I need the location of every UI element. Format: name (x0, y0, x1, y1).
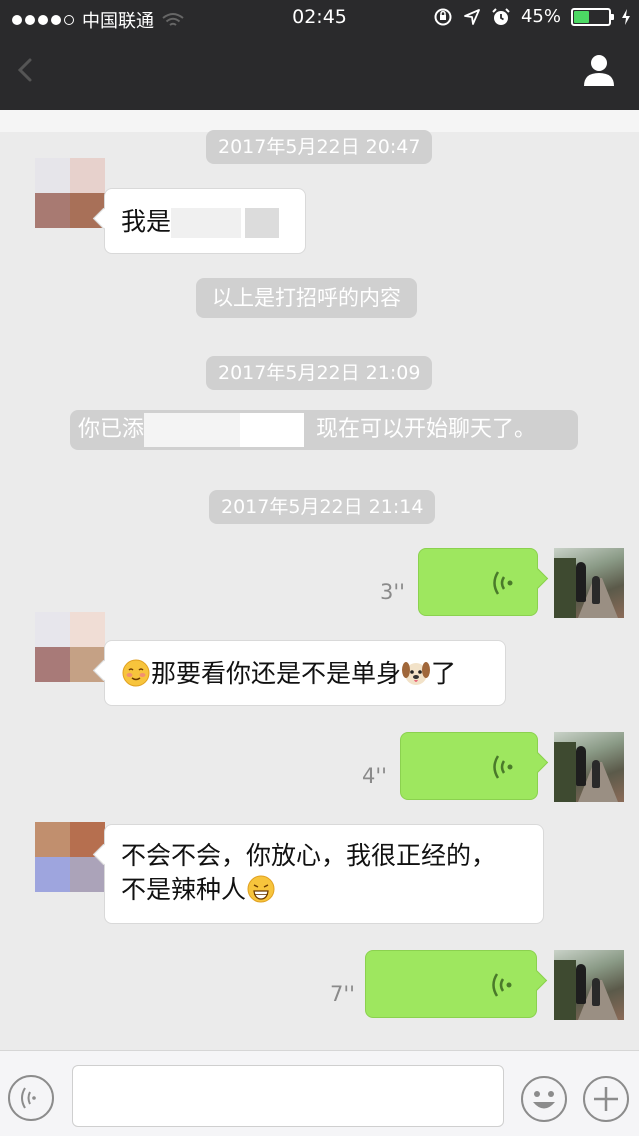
system-note-added: 你已添 现在可以开始聊天了。 (70, 410, 578, 450)
alarm-icon (492, 7, 510, 25)
charging-bolt-icon (622, 8, 630, 25)
sent-voice-message[interactable] (418, 548, 538, 616)
person-icon[interactable] (581, 52, 617, 88)
message-input[interactable] (72, 1065, 504, 1127)
timestamp: 2017年5月22日 20:47 (206, 130, 433, 164)
input-bar (0, 1050, 639, 1136)
nav-bar (0, 36, 639, 110)
top-bar: 中国联通 02:45 45% (0, 0, 639, 110)
rotation-lock-icon (434, 8, 452, 25)
sent-voice-message[interactable] (365, 950, 537, 1018)
redacted-name (171, 208, 242, 238)
voice-toggle-glyph-icon (21, 1087, 36, 1109)
redacted-name (240, 413, 305, 447)
voice-wave-icon (492, 973, 512, 997)
timestamp: 2017年5月22日 21:14 (209, 490, 436, 524)
my-avatar[interactable] (554, 732, 624, 802)
grin-sweat-emoji-icon (247, 875, 275, 903)
redacted-name (245, 208, 280, 238)
voice-duration: 7'' (330, 982, 355, 1006)
message-text-line: 不是辣种人 (121, 875, 247, 904)
voice-wave-icon (493, 755, 513, 779)
emoji-icon[interactable] (520, 1075, 568, 1123)
message-text: 我是 (121, 207, 172, 236)
received-message[interactable]: 不会不会，你放心，我很正经的， 不是辣种人 (104, 824, 544, 924)
voice-toggle-icon[interactable] (8, 1075, 54, 1121)
chat-area[interactable]: 2017年5月22日 20:47 我是 以上是打招呼的内容 2017年5月22日… (0, 110, 639, 1050)
my-avatar[interactable] (554, 950, 624, 1020)
battery-icon (571, 7, 614, 26)
message-text: 了 (431, 659, 457, 688)
voice-duration: 4'' (362, 764, 387, 788)
redacted-name (144, 413, 241, 447)
status-right: 45% (433, 6, 631, 27)
message-text: 那要看你还是不是单身 (151, 659, 402, 688)
message-text-line: 不会不会，你放心，我很正经的， (121, 841, 497, 870)
system-note-suffix: 现在可以开始聊天了。 (316, 417, 537, 442)
status-bar: 中国联通 02:45 45% (0, 0, 639, 36)
sent-voice-message[interactable] (400, 732, 538, 800)
received-message[interactable]: 我是 (104, 188, 306, 254)
system-note: 以上是打招呼的内容 (196, 278, 417, 318)
received-message[interactable]: 那要看你还是不是单身 了 (104, 640, 506, 706)
location-arrow-icon (464, 8, 480, 25)
my-avatar[interactable] (554, 548, 624, 618)
system-note-prefix: 你已添 (78, 417, 145, 442)
battery-fill (574, 10, 589, 23)
dog-emoji-icon (402, 662, 431, 685)
voice-wave-icon (493, 571, 513, 595)
timestamp: 2017年5月22日 21:09 (206, 356, 433, 390)
blush-emoji-icon (122, 659, 150, 687)
voice-duration: 3'' (380, 580, 405, 604)
battery-percent: 45% (520, 6, 561, 27)
redacted-banner (0, 110, 639, 132)
chevron-left-icon[interactable] (10, 52, 40, 88)
plus-icon[interactable] (582, 1075, 630, 1123)
